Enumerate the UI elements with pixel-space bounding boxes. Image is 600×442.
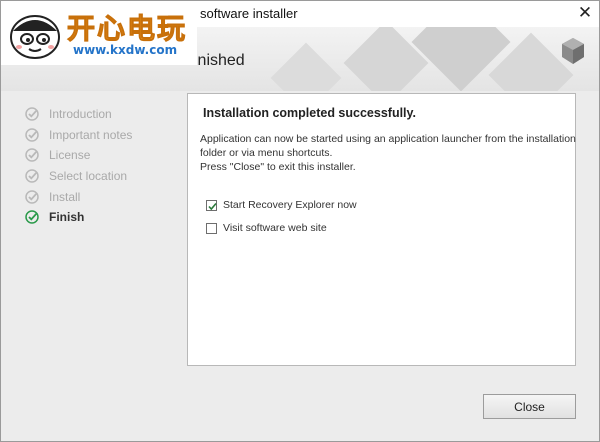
step-install: Install (25, 186, 132, 207)
check-icon (25, 128, 39, 142)
check-icon (25, 148, 39, 163)
visit-website-label: Visit software web site (223, 222, 327, 234)
page-title: inished (194, 52, 245, 69)
step-license: License (25, 145, 132, 166)
step-select-location: Select location (25, 166, 132, 187)
start-app-checkbox[interactable] (206, 199, 217, 211)
step-label: Select location (49, 169, 128, 184)
decor-cube (270, 42, 342, 91)
start-app-option[interactable]: Start Recovery Explorer now (206, 199, 357, 211)
window-title: software installer (200, 6, 298, 21)
step-finish: Finish (25, 207, 132, 228)
mascot-icon (10, 15, 60, 59)
step-important-notes: Important notes (25, 125, 132, 146)
app-logo-icon (562, 38, 584, 64)
check-icon (25, 107, 39, 122)
completion-message: Application can now be started using an … (200, 132, 576, 174)
step-introduction: Introduction (25, 104, 132, 125)
step-label: Introduction (49, 107, 112, 122)
checkmark-icon (208, 202, 217, 210)
steps-list: Introduction Important notes License Sel… (25, 104, 132, 228)
close-button[interactable]: Close (483, 394, 576, 419)
start-app-label: Start Recovery Explorer now (223, 199, 357, 211)
step-label: Important notes (49, 127, 133, 142)
check-icon (25, 189, 39, 204)
watermark-logo: 开心电玩 www.kxdw.com (1, 1, 197, 65)
check-icon (25, 210, 39, 225)
step-label: Finish (49, 210, 85, 225)
installer-window: software installer ✕ inished 开心电玩 www.kx… (0, 0, 600, 442)
visit-website-checkbox[interactable] (206, 222, 217, 234)
message-line: Press "Close" to exit this installer. (200, 161, 356, 173)
watermark-chinese-text: 开心电玩 (66, 12, 188, 46)
visit-website-option[interactable]: Visit software web site (206, 222, 327, 234)
completion-heading: Installation completed successfully. (203, 106, 417, 120)
step-label: Install (49, 189, 81, 204)
message-line: Application can now be started using an … (200, 133, 576, 145)
close-icon[interactable]: ✕ (573, 3, 597, 23)
watermark-url: www.kxdw.com (73, 43, 178, 57)
content-panel: Installation completed successfully. App… (187, 93, 576, 366)
check-icon (25, 169, 39, 183)
step-label: License (49, 148, 91, 163)
message-line: folder or via menu shortcuts. (200, 147, 333, 159)
